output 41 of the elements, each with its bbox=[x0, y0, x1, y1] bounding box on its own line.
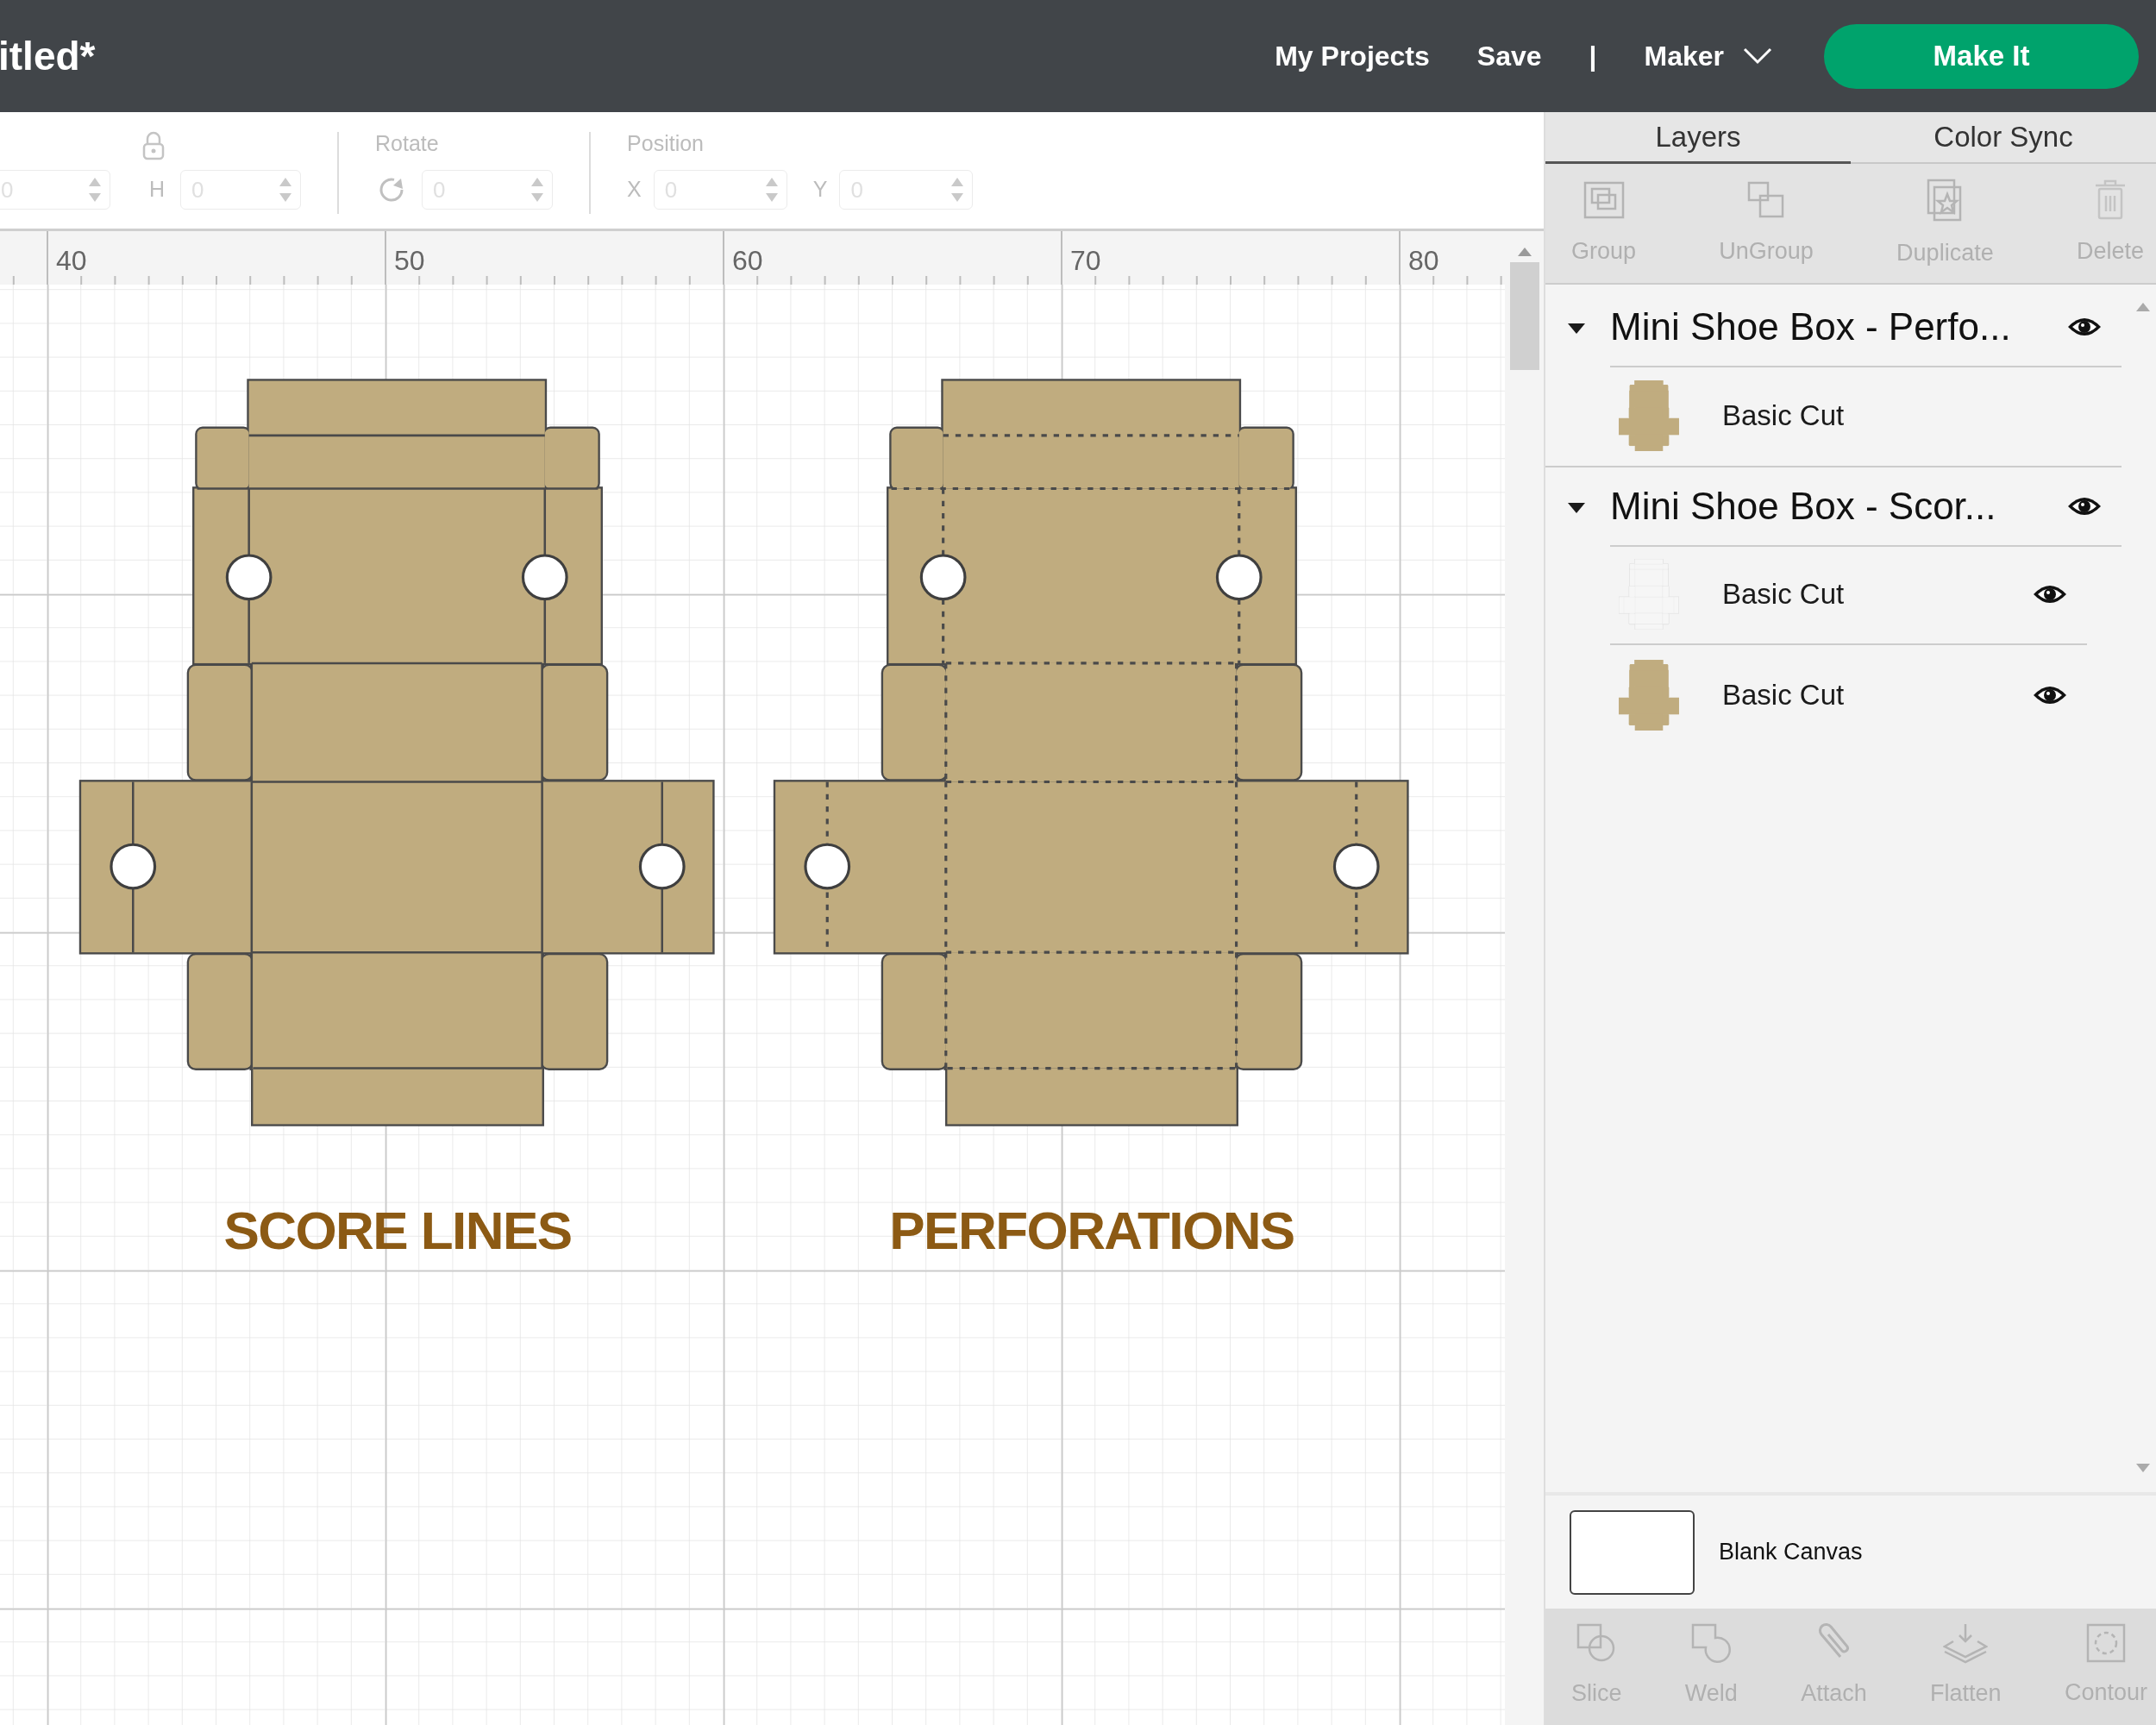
machine-dropdown[interactable]: Maker bbox=[1644, 35, 1772, 77]
ruler-number: 70 bbox=[1070, 244, 1101, 278]
flatten-icon bbox=[1943, 1622, 1989, 1665]
design-caption: PERFORATIONS bbox=[889, 1200, 1294, 1262]
layer-group-name[interactable]: Mini Shoe Box - Perfo... bbox=[1610, 298, 2066, 355]
chevron-down-icon bbox=[1743, 47, 1772, 65]
canvas-label: Blank Canvas bbox=[1719, 1538, 1863, 1567]
panel-tab[interactable]: Color Sync bbox=[1851, 112, 2156, 164]
rotate-label: Rotate bbox=[375, 129, 440, 157]
box-template-drawing[interactable] bbox=[78, 378, 717, 1127]
expand-arrow-icon[interactable] bbox=[1567, 323, 1586, 335]
scroll-down-icon[interactable] bbox=[2135, 1463, 2151, 1473]
make-it-button[interactable]: Make It bbox=[1824, 23, 2139, 89]
x-label: X bbox=[627, 176, 642, 204]
scroll-thumb[interactable] bbox=[1509, 262, 1539, 370]
lock-icon[interactable] bbox=[141, 130, 166, 161]
canvas-swatch[interactable] bbox=[1570, 1509, 1695, 1595]
layer-name[interactable]: Basic Cut bbox=[1722, 573, 2032, 616]
ruler-number: 50 bbox=[394, 244, 425, 278]
box-template-drawing[interactable] bbox=[773, 378, 1411, 1127]
ruler-number: 80 bbox=[1408, 244, 1439, 278]
scrollbar[interactable] bbox=[1505, 229, 1544, 1725]
scroll-up-icon[interactable] bbox=[1516, 247, 1532, 257]
ruler-number: 60 bbox=[732, 244, 763, 278]
design-caption: SCORE LINES bbox=[223, 1200, 572, 1262]
scroll-up-icon[interactable] bbox=[2135, 302, 2151, 312]
expand-arrow-icon[interactable] bbox=[1567, 502, 1586, 514]
weld-icon bbox=[1690, 1622, 1733, 1665]
project-title: itled* bbox=[0, 32, 96, 80]
nav-link[interactable]: Save bbox=[1476, 35, 1542, 77]
layer-name[interactable]: Basic Cut bbox=[1722, 674, 2032, 717]
ruler-number: 40 bbox=[56, 244, 87, 278]
nav-link[interactable]: My Projects bbox=[1275, 35, 1430, 77]
layer-name[interactable]: Basic Cut bbox=[1722, 394, 2032, 437]
panel-tab[interactable]: Layers bbox=[1545, 112, 1851, 164]
y-label: Y bbox=[812, 176, 828, 204]
contour-icon bbox=[2085, 1623, 2126, 1664]
nav-link[interactable]: | bbox=[1589, 35, 1597, 77]
position-label: Position bbox=[627, 129, 705, 157]
layer-group-name[interactable]: Mini Shoe Box - Scor... bbox=[1610, 478, 2066, 535]
height-label: H bbox=[149, 176, 166, 204]
